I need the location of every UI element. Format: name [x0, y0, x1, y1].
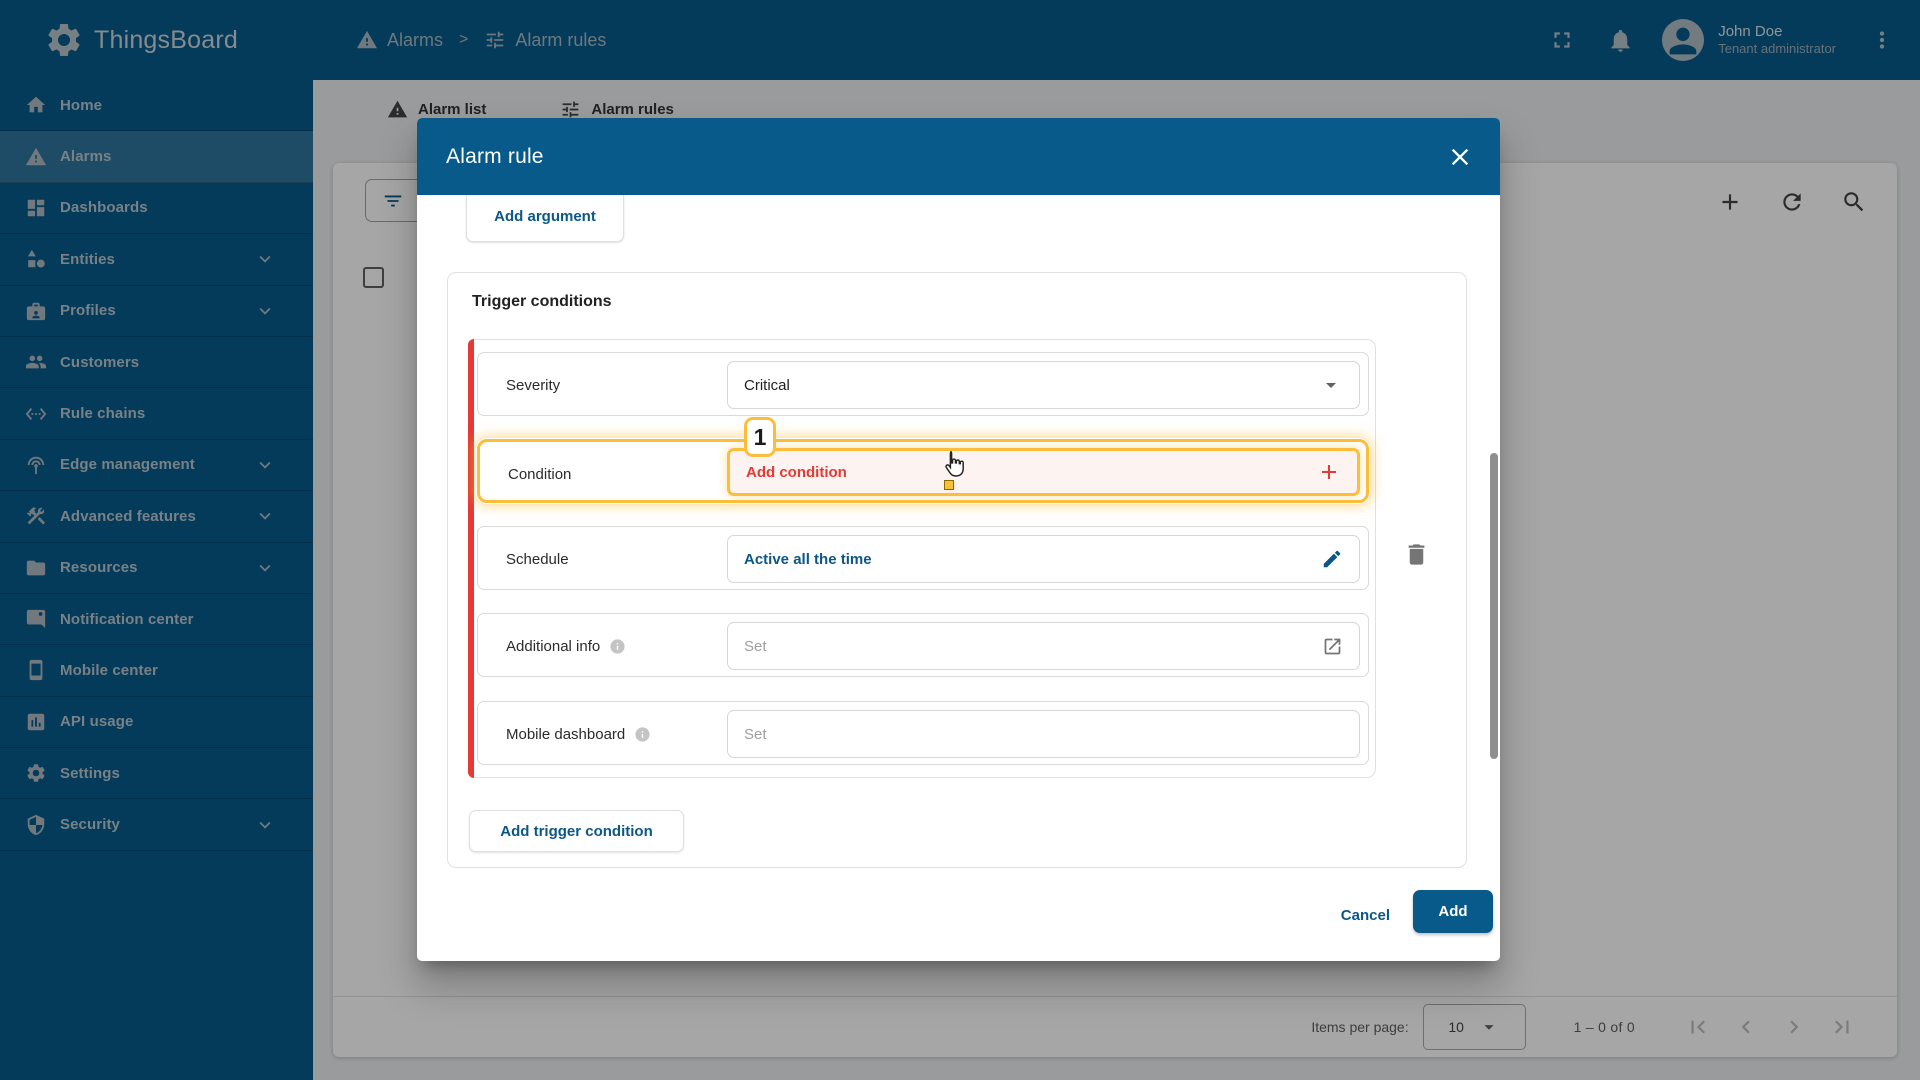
- info-icon: [609, 638, 626, 655]
- trigger-condition-card: Severity Critical Condition Add conditio…: [468, 339, 1376, 778]
- plus-icon: [1317, 460, 1341, 484]
- add-button[interactable]: Add: [1413, 890, 1493, 933]
- alarm-rule-dialog: Add argument Trigger conditions Severity…: [417, 118, 1500, 961]
- severity-row: Severity Critical: [477, 352, 1369, 416]
- cursor-click-marker: [944, 480, 954, 490]
- dialog-header: Alarm rule: [417, 118, 1500, 195]
- step-1-annotation-badge: 1: [744, 417, 776, 457]
- mobile-dashboard-value: Set: [744, 725, 767, 743]
- dialog-scrollbar[interactable]: [1490, 453, 1498, 759]
- trigger-conditions-panel: Trigger conditions Severity Critical Con…: [447, 272, 1467, 868]
- condition-label: Condition: [508, 465, 572, 483]
- severity-value: Critical: [744, 376, 790, 394]
- mobile-dashboard-field[interactable]: Set: [727, 710, 1360, 758]
- mouse-cursor-pointer: [938, 450, 970, 482]
- add-condition-text: Add condition: [746, 463, 847, 481]
- schedule-field[interactable]: Active all the time: [727, 535, 1360, 583]
- condition-row: Condition Add condition: [477, 439, 1369, 503]
- additional-info-field[interactable]: Set: [727, 622, 1360, 670]
- dialog-title: Alarm rule: [446, 144, 544, 168]
- add-argument-button[interactable]: Add argument: [466, 190, 624, 242]
- open-in-new-icon[interactable]: [1322, 636, 1343, 657]
- additional-info-row: Additional info Set: [477, 613, 1369, 677]
- edit-icon[interactable]: [1321, 548, 1343, 570]
- dropdown-arrow-icon: [1319, 373, 1343, 397]
- close-icon[interactable]: [1446, 143, 1474, 171]
- schedule-value: Active all the time: [744, 550, 872, 568]
- dialog-footer: Cancel Add: [417, 869, 1500, 961]
- schedule-label: Schedule: [506, 550, 569, 568]
- additional-info-label: Additional info: [506, 637, 601, 655]
- schedule-row: Schedule Active all the time: [477, 526, 1369, 590]
- delete-trigger-condition-icon[interactable]: [1403, 541, 1430, 568]
- mobile-dashboard-label: Mobile dashboard: [506, 725, 626, 743]
- trigger-conditions-title: Trigger conditions: [472, 293, 612, 310]
- severity-select[interactable]: Critical: [727, 361, 1360, 409]
- additional-info-value: Set: [744, 637, 767, 655]
- add-trigger-condition-button[interactable]: Add trigger condition: [469, 810, 684, 852]
- mobile-dashboard-row: Mobile dashboard Set: [477, 701, 1369, 765]
- info-icon: [634, 726, 651, 743]
- required-stripe: [468, 339, 474, 778]
- severity-label: Severity: [506, 376, 561, 394]
- add-condition-button[interactable]: Add condition: [727, 448, 1360, 496]
- cancel-button[interactable]: Cancel: [1341, 895, 1390, 935]
